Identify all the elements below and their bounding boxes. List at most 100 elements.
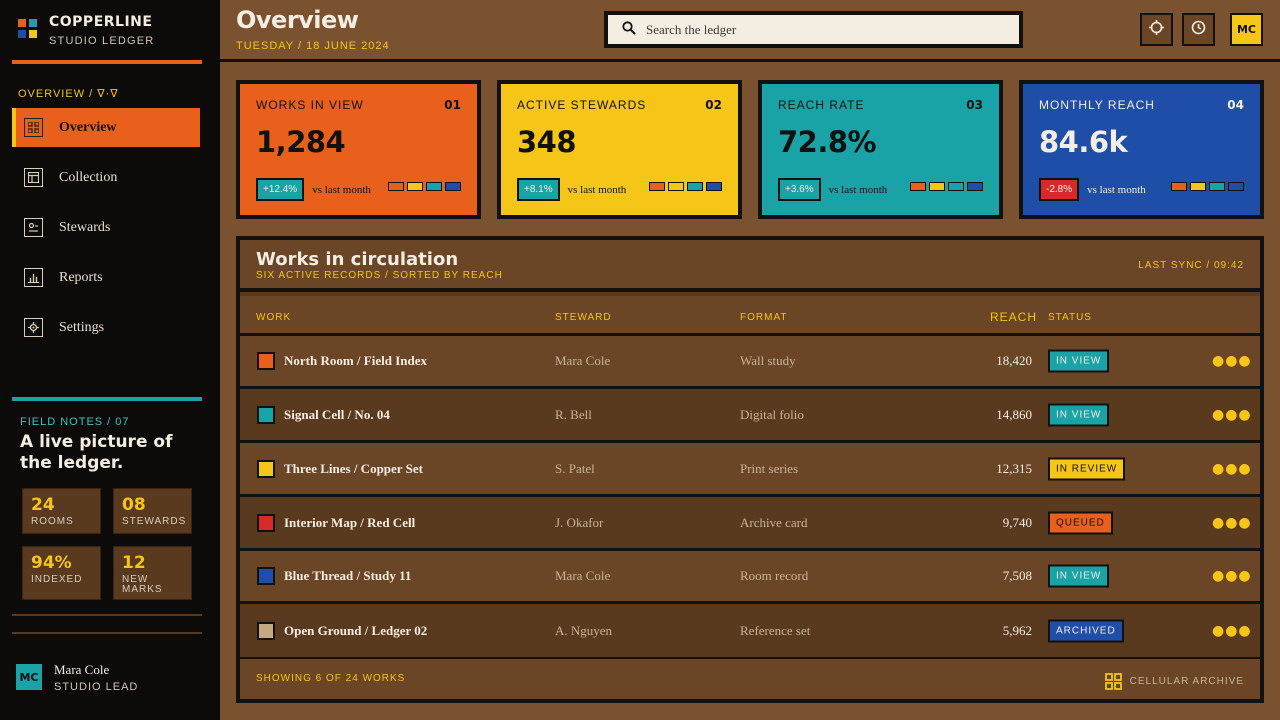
archive-link[interactable]: CELLULAR ARCHIVE (1104, 673, 1244, 690)
steward-name: A. Nguyen (555, 622, 613, 638)
kpi-delta-row: +8.1% vs last month (517, 178, 626, 201)
sidebar: COPPERLINE STUDIO LEDGER OVERVIEW / ∇·∇ … (0, 0, 220, 720)
steward-name: J. Okafor (555, 514, 604, 530)
target-button[interactable] (1140, 13, 1173, 46)
search-box[interactable] (604, 11, 1023, 48)
sidebar-item-label: Overview (59, 119, 117, 135)
format-label: Room record (740, 568, 809, 583)
reach-value: 5,962 (1002, 622, 1032, 638)
kpi-label: REACH RATE (778, 98, 865, 112)
kpi-label: ACTIVE STEWARDS (517, 98, 647, 112)
table-row[interactable]: Signal Cell / No. 04 R. Bell Digital fol… (240, 389, 1260, 443)
table-row[interactable]: North Room / Field Index Mara Cole Wall … (240, 336, 1260, 389)
status-badge: IN REVIEW (1048, 457, 1126, 480)
work-title[interactable]: Signal Cell / No. 04 (284, 407, 390, 423)
column-header-status[interactable]: STATUS (1048, 312, 1092, 323)
kpi-vs-label: vs last month (312, 183, 371, 196)
more-options-icon[interactable]: ●●● (1212, 515, 1252, 531)
column-header-work[interactable]: WORK (256, 312, 291, 323)
status-badge: QUEUED (1048, 511, 1113, 534)
bar-chart-icon (24, 268, 43, 287)
work-title[interactable]: Blue Thread / Study 11 (284, 568, 411, 584)
stat-value: 12 (122, 553, 146, 573)
column-header-steward[interactable]: STEWARD (555, 312, 612, 323)
table-row[interactable]: Blue Thread / Study 11 Mara Cole Room re… (240, 551, 1260, 604)
sidebar-item-collection[interactable]: Collection (12, 158, 200, 197)
kpi-value: 1,284 (256, 125, 346, 159)
kpi-value: 84.6k (1039, 125, 1128, 159)
column-header-reach[interactable]: REACH (990, 310, 1037, 324)
layout-icon (24, 168, 43, 187)
sidebar-item-settings[interactable]: Settings (12, 308, 200, 347)
work-title[interactable]: Three Lines / Copper Set (284, 461, 423, 477)
stat-label: INDEXED (31, 574, 83, 585)
color-swatches (1171, 182, 1244, 191)
table-row[interactable]: Open Ground / Ledger 02 A. Nguyen Refere… (240, 604, 1260, 660)
table-row[interactable]: Interior Map / Red Cell J. Okafor Archiv… (240, 497, 1260, 551)
page-date: TUESDAY / 18 JUNE 2024 (236, 40, 390, 52)
sidebar-item-reports[interactable]: Reports (12, 258, 200, 297)
brand: COPPERLINE STUDIO LEDGER (18, 14, 154, 47)
kpi-vs-label: vs last month (567, 183, 627, 196)
kpi-number: 04 (1227, 98, 1244, 112)
steward-name: Mara Cole (555, 568, 611, 583)
color-swatch (257, 405, 275, 424)
person-card-icon (24, 218, 43, 237)
more-options-icon[interactable]: ●●● (1212, 461, 1252, 477)
reach-value: 7,508 (1002, 568, 1032, 583)
status-badge: IN VIEW (1048, 564, 1110, 588)
history-button[interactable] (1182, 13, 1215, 46)
kpi-value: 72.8% (778, 125, 877, 159)
format-label: Print series (740, 460, 799, 476)
sync-status: LAST SYNC / 09:42 (1138, 260, 1244, 271)
work-title[interactable]: Interior Map / Red Cell (284, 515, 415, 531)
kpi-vs-label: vs last month (1087, 183, 1146, 196)
sidebar-item-label: Settings (59, 319, 105, 335)
kpi-card-monthly-reach: MONTHLY REACH 04 84.6k -2.8% vs last mon… (1019, 80, 1264, 219)
work-title[interactable]: Open Ground / Ledger 02 (284, 623, 427, 639)
avatar[interactable]: MC (1230, 13, 1263, 46)
kpi-delta-badge: +3.6% (778, 178, 821, 201)
column-header-format[interactable]: FORMAT (740, 312, 787, 323)
steward-name: R. Bell (555, 406, 592, 422)
kpi-label: MONTHLY REACH (1039, 98, 1155, 112)
user-name: Mara Cole (54, 662, 110, 677)
status-badge: IN VIEW (1048, 403, 1110, 426)
archive-label: CELLULAR ARCHIVE (1129, 676, 1244, 687)
grid-icon (1104, 673, 1122, 690)
table-row[interactable]: Three Lines / Copper Set S. Patel Print … (240, 443, 1260, 497)
stat-new-marks: 12 NEW MARKS (113, 546, 192, 600)
work-title[interactable]: North Room / Field Index (284, 353, 427, 369)
sidebar-item-label: Collection (59, 169, 118, 185)
kpi-number: 02 (705, 98, 722, 112)
steward-name: Mara Cole (555, 353, 611, 368)
kpi-label: WORKS IN VIEW (256, 98, 364, 112)
more-options-icon[interactable]: ●●● (1212, 353, 1252, 369)
kpi-delta-row: +12.4% vs last month (256, 178, 371, 201)
color-swatches (910, 182, 983, 191)
sidebar-item-stewards[interactable]: Stewards (12, 208, 200, 247)
sidebar-item-label: Reports (59, 269, 103, 285)
kpi-delta-row: +3.6% vs last month (778, 178, 887, 201)
status-badge: IN VIEW (1048, 349, 1110, 373)
format-label: Wall study (740, 353, 796, 368)
divider (12, 397, 202, 401)
more-options-icon[interactable]: ●●● (1212, 623, 1252, 639)
table-footer: SHOWING 6 OF 24 WORKS CELLULAR ARCHIVE (240, 659, 1260, 699)
more-options-icon[interactable]: ●●● (1212, 407, 1252, 423)
search-input[interactable] (646, 21, 986, 38)
color-swatches (649, 182, 722, 191)
kpi-delta-row: -2.8% vs last month (1039, 178, 1146, 201)
more-options-icon[interactable]: ●●● (1212, 568, 1252, 584)
works-table-panel: Works in circulation SIX ACTIVE RECORDS … (236, 236, 1264, 703)
kpi-delta-badge: +8.1% (517, 178, 560, 201)
stat-label: NEW MARKS (122, 574, 163, 595)
stat-stewards: 08 STEWARDS (113, 488, 192, 534)
reach-value: 14,860 (996, 406, 1032, 422)
sidebar-item-overview[interactable]: Overview (12, 108, 200, 147)
format-label: Reference set (740, 622, 811, 638)
avatar[interactable]: MC (16, 664, 42, 690)
panel-subtitle: SIX ACTIVE RECORDS / SORTED BY REACH (256, 270, 503, 281)
color-swatch (257, 352, 275, 370)
divider (12, 60, 202, 64)
